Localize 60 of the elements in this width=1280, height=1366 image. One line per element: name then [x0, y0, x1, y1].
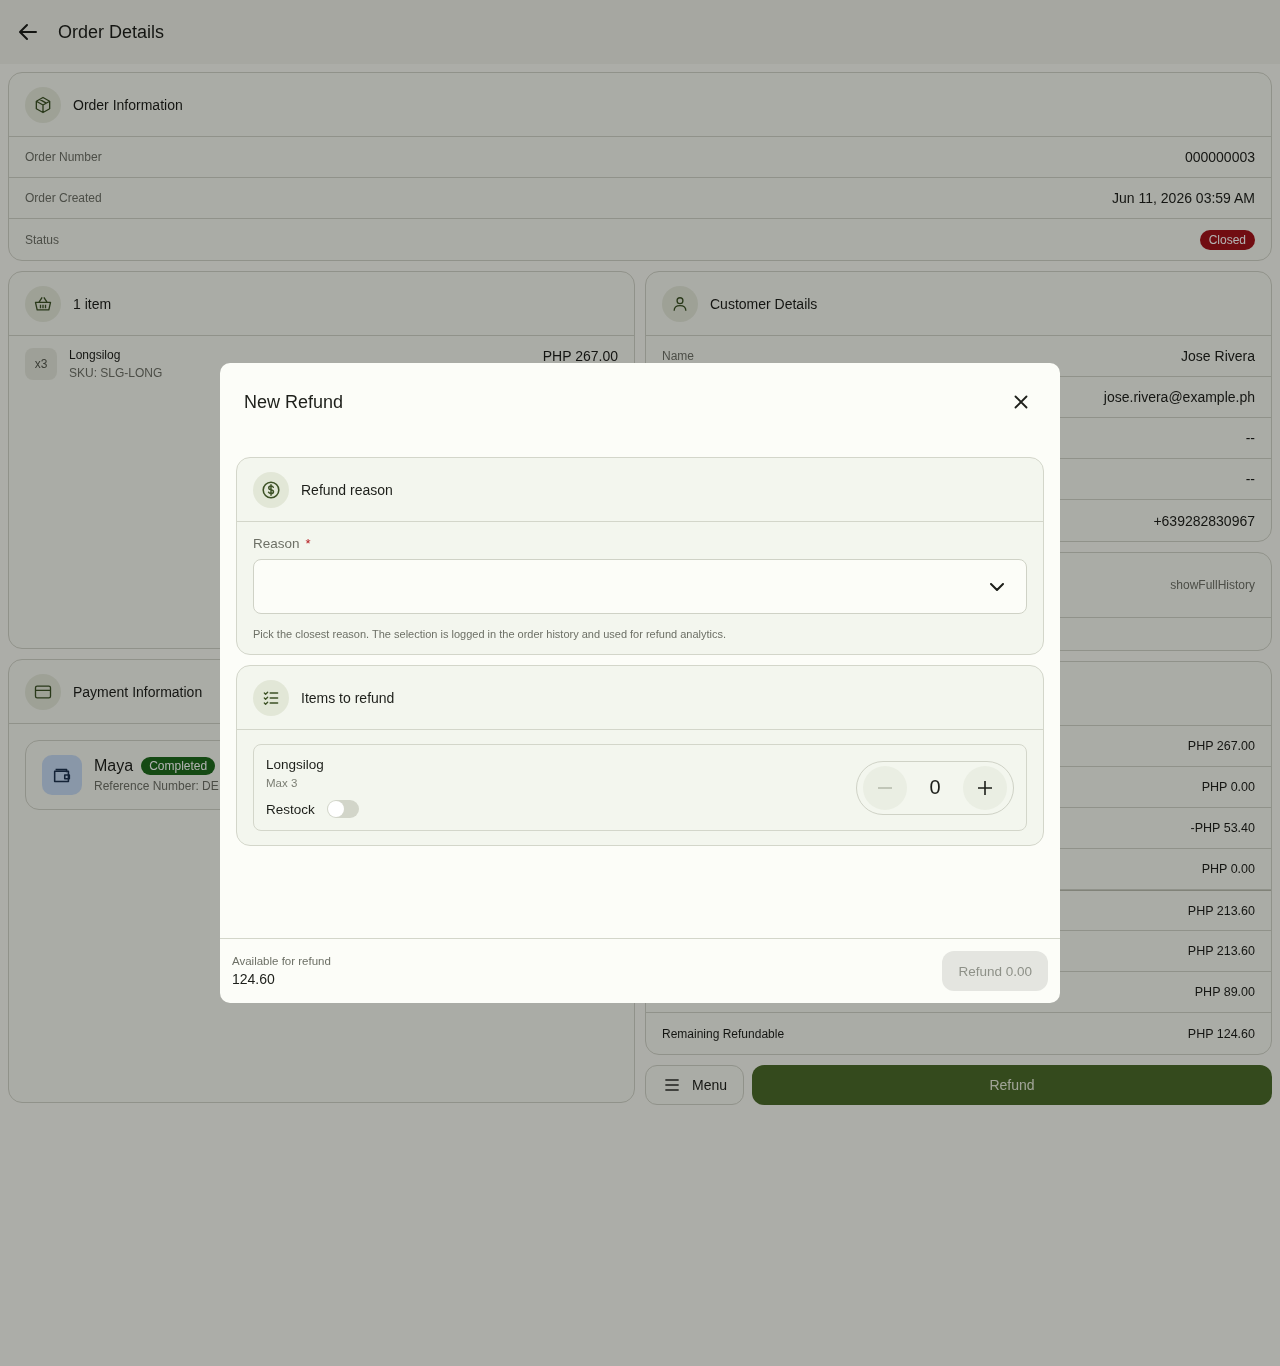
menu-button[interactable]: Menu	[645, 1065, 745, 1105]
section-title: Items to refund	[301, 689, 395, 706]
checklist-icon	[253, 679, 289, 716]
row-value: --	[1245, 471, 1255, 487]
row-label: Name	[662, 349, 694, 363]
row-value: PHP 89.00	[1194, 985, 1255, 999]
row-label: Order Created	[25, 191, 102, 205]
row-value: Jun 11, 2026 03:59 AM	[1112, 190, 1255, 206]
available-amount: 124.60	[232, 971, 276, 987]
row-label: Status	[25, 232, 60, 247]
field-label: Reason	[253, 536, 300, 551]
dialog-title: New Refund	[244, 391, 344, 414]
row-value: 000000003	[1184, 149, 1255, 165]
payment-name: Maya	[94, 757, 134, 775]
row-value: Jose Rivera	[1181, 348, 1255, 364]
card-title: Order Information	[73, 96, 183, 113]
basket-icon	[25, 285, 61, 322]
row-value: -PHP 53.40	[1190, 821, 1255, 835]
available-label: Available for refund	[232, 955, 331, 967]
row-label: Remaining Refundable	[662, 1026, 785, 1041]
chevron-down-icon	[990, 582, 1004, 591]
box-icon	[25, 86, 61, 123]
page-title: Order Details	[58, 21, 165, 43]
row-value: PHP 124.60	[1187, 1026, 1255, 1041]
row-value: PHP 0.00	[1201, 862, 1255, 876]
card-title: Customer Details	[710, 295, 818, 312]
card-title: 1 item	[73, 295, 112, 312]
card-icon	[25, 673, 61, 710]
required-mark: *	[305, 536, 311, 551]
row-value: PHP 267.00	[1187, 739, 1255, 753]
section-title: Refund reason	[301, 481, 393, 498]
quantity-badge: x3	[25, 348, 57, 380]
status-badge: Closed	[1199, 229, 1255, 250]
item-price: PHP 267.00	[542, 348, 618, 364]
restock-toggle[interactable]	[326, 800, 359, 818]
show-history-link[interactable]: showFullHistory	[1170, 578, 1255, 592]
row-label: Order Number	[25, 150, 102, 164]
wallet-icon	[42, 755, 82, 795]
row-value: --	[1245, 430, 1255, 446]
row-value: PHP 0.00	[1201, 780, 1255, 794]
item-sku: SKU: SLG-LONG	[69, 366, 164, 380]
item-name: Longsilog	[69, 348, 122, 362]
item-name: Longsilog	[266, 757, 325, 772]
status-badge: Completed	[141, 757, 216, 775]
increase-button[interactable]	[963, 765, 1007, 810]
row-value: PHP 213.60	[1187, 944, 1255, 958]
refund-button[interactable]: Refund	[752, 1065, 1272, 1105]
minus-icon	[878, 786, 892, 789]
toggle-label: Restock	[266, 801, 315, 817]
quantity-value: 0	[929, 776, 941, 799]
row-value: jose.rivera@example.ph	[1103, 389, 1255, 405]
dollar-icon	[253, 471, 289, 508]
card-title: Payment Information	[73, 683, 203, 700]
helper-text: Pick the closest reason. The selection is logged in the order history and used for refund analytics.	[253, 628, 728, 640]
item-max: Max 3	[266, 777, 299, 789]
row-value: PHP 213.60	[1187, 903, 1255, 918]
plus-icon	[978, 780, 992, 795]
row-value: +639282830967	[1153, 512, 1255, 529]
person-icon	[662, 285, 698, 322]
reference-number: Reference Number: DE	[94, 779, 219, 793]
